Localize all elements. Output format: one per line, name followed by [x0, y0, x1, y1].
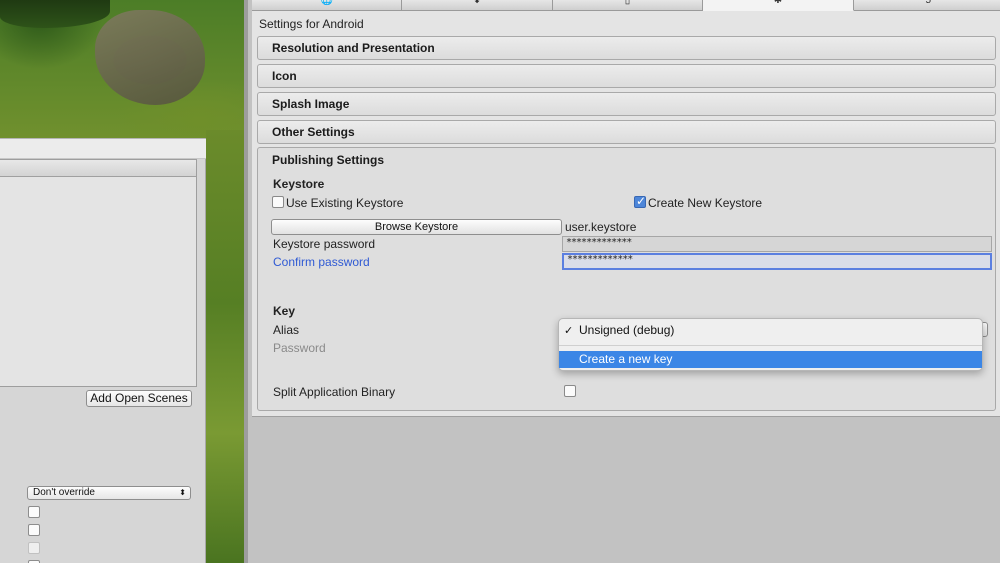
- platform-tab-download-arrow[interactable]: ⬇: [402, 0, 553, 11]
- scene-tree-canopy: [0, 0, 110, 28]
- platform-tab-android[interactable]: ✱: [703, 0, 854, 11]
- key-password-label: Password: [273, 341, 326, 355]
- platform-tab-html5[interactable]: 5: [853, 0, 1000, 11]
- confirm-password-label: Confirm password: [273, 255, 370, 269]
- publishing-settings-header[interactable]: Publishing Settings: [272, 153, 384, 167]
- platform-tabs: 🌐 ⬇ ▯ ✱ 5: [252, 0, 1000, 11]
- scene-grass-strip: [206, 130, 244, 563]
- section-splash-image[interactable]: Splash Image: [257, 92, 996, 116]
- build-settings-panel: Add Open Scenes Don't override ⬍: [0, 138, 206, 563]
- alias-dropdown-menu: Unsigned (debug) Create a new key: [558, 318, 983, 371]
- build-panel-titlebar: [0, 139, 206, 159]
- menu-separator: [559, 345, 982, 346]
- texture-override-value: Don't override: [33, 487, 95, 498]
- alias-label: Alias: [273, 323, 300, 337]
- confirm-password-field[interactable]: *************: [562, 253, 992, 270]
- keystore-password-field[interactable]: *************: [562, 236, 992, 252]
- html5-icon: 5: [925, 0, 932, 6]
- use-existing-keystore-label: Use Existing Keystore: [286, 196, 404, 210]
- alias-option-create-new-key[interactable]: Create a new key: [559, 351, 982, 368]
- mobile-device-icon: ▯: [624, 0, 631, 6]
- section-publishing-settings: Publishing Settings Keystore Use Existin…: [257, 147, 996, 411]
- scenes-list-header: [0, 160, 196, 177]
- player-settings-inspector: 🌐 ⬇ ▯ ✱ 5 Settings for Android Resolution an…: [244, 0, 1000, 563]
- use-existing-keystore-checkbox[interactable]: [272, 196, 284, 208]
- split-application-binary-checkbox[interactable]: [564, 385, 576, 397]
- platform-tab-mobile-device[interactable]: ▯: [552, 0, 704, 11]
- select-arrows-icon: ⬍: [179, 488, 186, 497]
- section-other-settings[interactable]: Other Settings: [257, 120, 996, 144]
- texture-override-select[interactable]: Don't override ⬍: [27, 486, 191, 500]
- web-globe-icon: 🌐: [320, 0, 333, 6]
- settings-title: Settings for Android: [259, 17, 364, 31]
- build-option-checkbox-1[interactable]: [28, 506, 40, 518]
- build-option-checkbox-3[interactable]: [28, 542, 40, 554]
- platform-tab-web-globe[interactable]: 🌐: [252, 0, 403, 11]
- create-new-keystore-checkbox[interactable]: [634, 194, 646, 208]
- alias-option-unsigned-debug[interactable]: Unsigned (debug): [559, 322, 982, 339]
- keystore-password-label: Keystore password: [273, 237, 376, 251]
- section-resolution-presentation[interactable]: Resolution and Presentation: [257, 36, 996, 60]
- key-heading: Key: [273, 304, 296, 318]
- keystore-heading: Keystore: [273, 177, 325, 191]
- split-application-binary-label: Split Application Binary: [273, 385, 396, 399]
- browse-keystore-button[interactable]: Browse Keystore: [271, 219, 562, 235]
- create-new-keystore-label: Create New Keystore: [648, 196, 763, 210]
- section-icon[interactable]: Icon: [257, 64, 996, 88]
- keystore-file-name: user.keystore: [565, 220, 637, 234]
- add-open-scenes-button[interactable]: Add Open Scenes: [86, 390, 192, 407]
- android-icon: ✱: [773, 0, 783, 6]
- build-option-checkbox-2[interactable]: [28, 524, 40, 536]
- scenes-in-build-list[interactable]: [0, 159, 197, 387]
- scene-rock: [95, 10, 205, 105]
- download-arrow-icon: ⬇: [472, 0, 482, 6]
